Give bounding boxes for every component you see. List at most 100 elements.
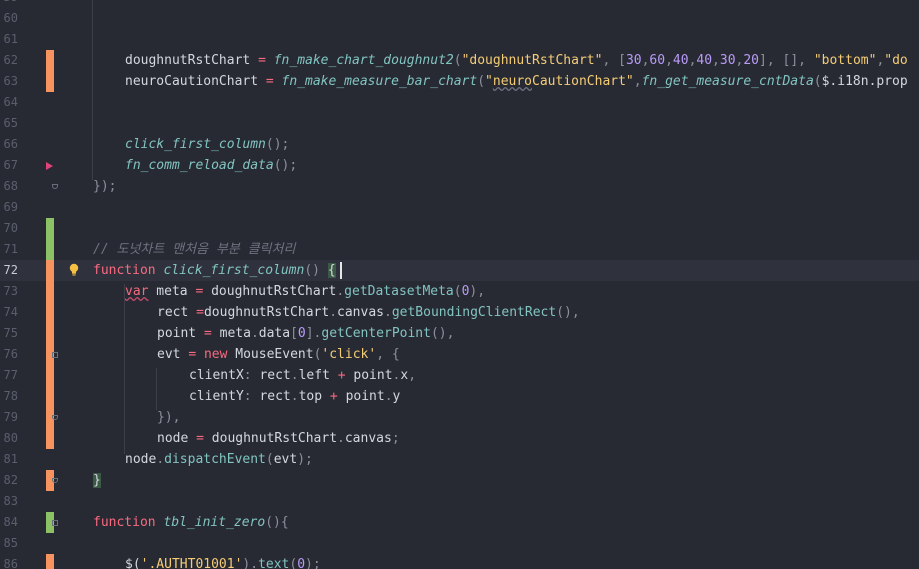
code-text[interactable]: function click_first_column() { <box>93 260 336 281</box>
code-token: } <box>93 473 101 488</box>
added-change-marker[interactable] <box>46 239 54 260</box>
code-token: $.i18n.prop <box>821 74 908 89</box>
text-cursor <box>340 262 342 279</box>
modified-change-marker[interactable] <box>46 554 54 569</box>
code-line-61: 61 <box>0 29 919 50</box>
code-token: getCenterPoint <box>321 326 431 341</box>
code-editor[interactable]: 59 60 61 62 doughnutRstChart = fn_make_c… <box>0 0 919 569</box>
code-token: . <box>384 305 392 320</box>
modified-change-marker[interactable] <box>46 260 54 281</box>
fold-marker-icon[interactable] <box>52 478 58 483</box>
code-token: fn_make_measure_bar_chart <box>281 74 478 89</box>
code-line-81: 81 node.dispatchEvent(evt); <box>0 449 919 470</box>
code-text[interactable]: }), <box>157 407 180 428</box>
code-text[interactable]: clientX: rect.left + point.x, <box>189 365 416 386</box>
code-line-85: 85 <box>0 533 919 554</box>
line-number: 60 <box>3 11 18 25</box>
code-token: (){ <box>265 515 289 530</box>
line-number: 65 <box>3 116 18 130</box>
lightbulb-icon[interactable] <box>69 263 79 277</box>
code-token: rect <box>259 368 291 383</box>
code-token: meta <box>219 326 251 341</box>
modified-change-marker[interactable] <box>46 71 54 92</box>
code-token: rect <box>259 389 291 404</box>
fold-marker-icon[interactable] <box>52 415 58 420</box>
code-line-82: 82 } <box>0 470 919 491</box>
code-token: 0 <box>297 326 306 341</box>
code-token: fn_get_measure_cntData <box>641 74 814 89</box>
code-text[interactable]: clientY: rect.top + point.y <box>189 386 400 407</box>
fold-marker-icon[interactable] <box>52 352 58 358</box>
code-line-80: 80 node = doughnutRstChart.canvas; <box>0 428 919 449</box>
execution-arrow-icon[interactable] <box>46 162 53 170</box>
code-token: doughnutRstChart <box>203 305 330 320</box>
code-text[interactable]: doughnutRstChart = fn_make_chart_doughnu… <box>125 50 908 71</box>
code-line-71: 71 // 도넛차트 맨처음 부분 클릭처리 <box>0 239 919 260</box>
code-token: : <box>243 389 260 404</box>
added-change-marker[interactable] <box>46 218 54 239</box>
code-token: getBoundingClientRect <box>391 305 557 320</box>
code-token: + <box>329 389 346 404</box>
code-line-76: 76 evt = new MouseEvent('click', { <box>0 344 919 365</box>
modified-change-marker[interactable] <box>46 365 54 386</box>
modified-change-marker[interactable] <box>46 50 54 71</box>
code-token: function <box>93 515 164 530</box>
code-line-60: 60 <box>0 8 919 29</box>
modified-change-marker[interactable] <box>46 302 54 323</box>
fold-marker-icon[interactable] <box>52 520 58 526</box>
code-line-79: 79 }), <box>0 407 919 428</box>
code-text[interactable]: var meta = doughnutRstChart.getDatasetMe… <box>125 281 485 302</box>
line-number: 62 <box>3 53 18 67</box>
line-number: 82 <box>3 473 18 487</box>
code-text[interactable]: evt = new MouseEvent('click', { <box>157 344 400 365</box>
code-token: tbl_init_zero <box>163 515 266 530</box>
code-token: new <box>203 347 236 362</box>
code-token: '.AUTHT01001' <box>140 557 243 569</box>
code-line-59: 59 <box>0 0 919 8</box>
code-token: 30 <box>719 53 736 68</box>
code-text[interactable]: fn_comm_reload_data(); <box>125 155 297 176</box>
code-token: clientX <box>189 368 244 383</box>
code-token: getDatasetMeta <box>344 284 454 299</box>
code-token: , <box>633 74 642 89</box>
code-token: canvas <box>337 305 384 320</box>
code-text[interactable]: function tbl_init_zero(){ <box>93 512 289 533</box>
code-token: click_first_column <box>163 263 305 278</box>
fold-marker-icon[interactable] <box>52 184 58 189</box>
code-token: fn_comm_reload_data <box>125 158 274 173</box>
modified-change-marker[interactable] <box>46 323 54 344</box>
code-text[interactable]: $('.AUTHT01001').text(0); <box>125 554 321 569</box>
line-number: 76 <box>3 347 18 361</box>
code-text[interactable]: }); <box>93 176 116 197</box>
code-token: = <box>196 431 212 446</box>
code-text[interactable]: node = doughnutRstChart.canvas; <box>157 428 400 449</box>
code-text[interactable]: click_first_column(); <box>125 134 289 155</box>
code-token: rect <box>157 305 197 320</box>
code-token: neuroCautionChart <box>125 74 266 89</box>
line-number: 71 <box>3 242 18 256</box>
code-line-68: 68 }); <box>0 176 919 197</box>
code-text[interactable]: // 도넛차트 맨처음 부분 클릭처리 <box>93 239 295 260</box>
code-line-64: 64 <box>0 92 919 113</box>
line-number: 61 <box>3 32 18 46</box>
line-number: 63 <box>3 74 18 88</box>
code-token: , <box>712 53 720 68</box>
code-token: doughnutRstChart <box>125 53 259 68</box>
code-text[interactable]: node.dispatchEvent(evt); <box>125 449 313 470</box>
code-token: 40 <box>696 53 713 68</box>
line-number: 59 <box>0 0 18 8</box>
code-text[interactable]: } <box>93 470 101 491</box>
modified-change-marker[interactable] <box>46 428 54 449</box>
modified-change-marker[interactable] <box>46 386 54 407</box>
line-number: 74 <box>3 305 18 319</box>
modified-change-marker[interactable] <box>46 281 54 302</box>
code-text[interactable]: rect =doughnutRstChart.canvas.getBoundin… <box>157 302 580 323</box>
code-token: { <box>327 263 336 278</box>
code-token: point <box>345 389 385 404</box>
code-text[interactable]: neuroCautionChart = fn_make_measure_bar_… <box>125 71 908 92</box>
code-token: ( <box>813 74 822 89</box>
code-token: $( <box>125 557 141 569</box>
code-line-65: 65 <box>0 113 919 134</box>
code-line-67: 67 fn_comm_reload_data(); <box>0 155 919 176</box>
code-text[interactable]: point = meta.data[0].getCenterPoint(), <box>157 323 454 344</box>
